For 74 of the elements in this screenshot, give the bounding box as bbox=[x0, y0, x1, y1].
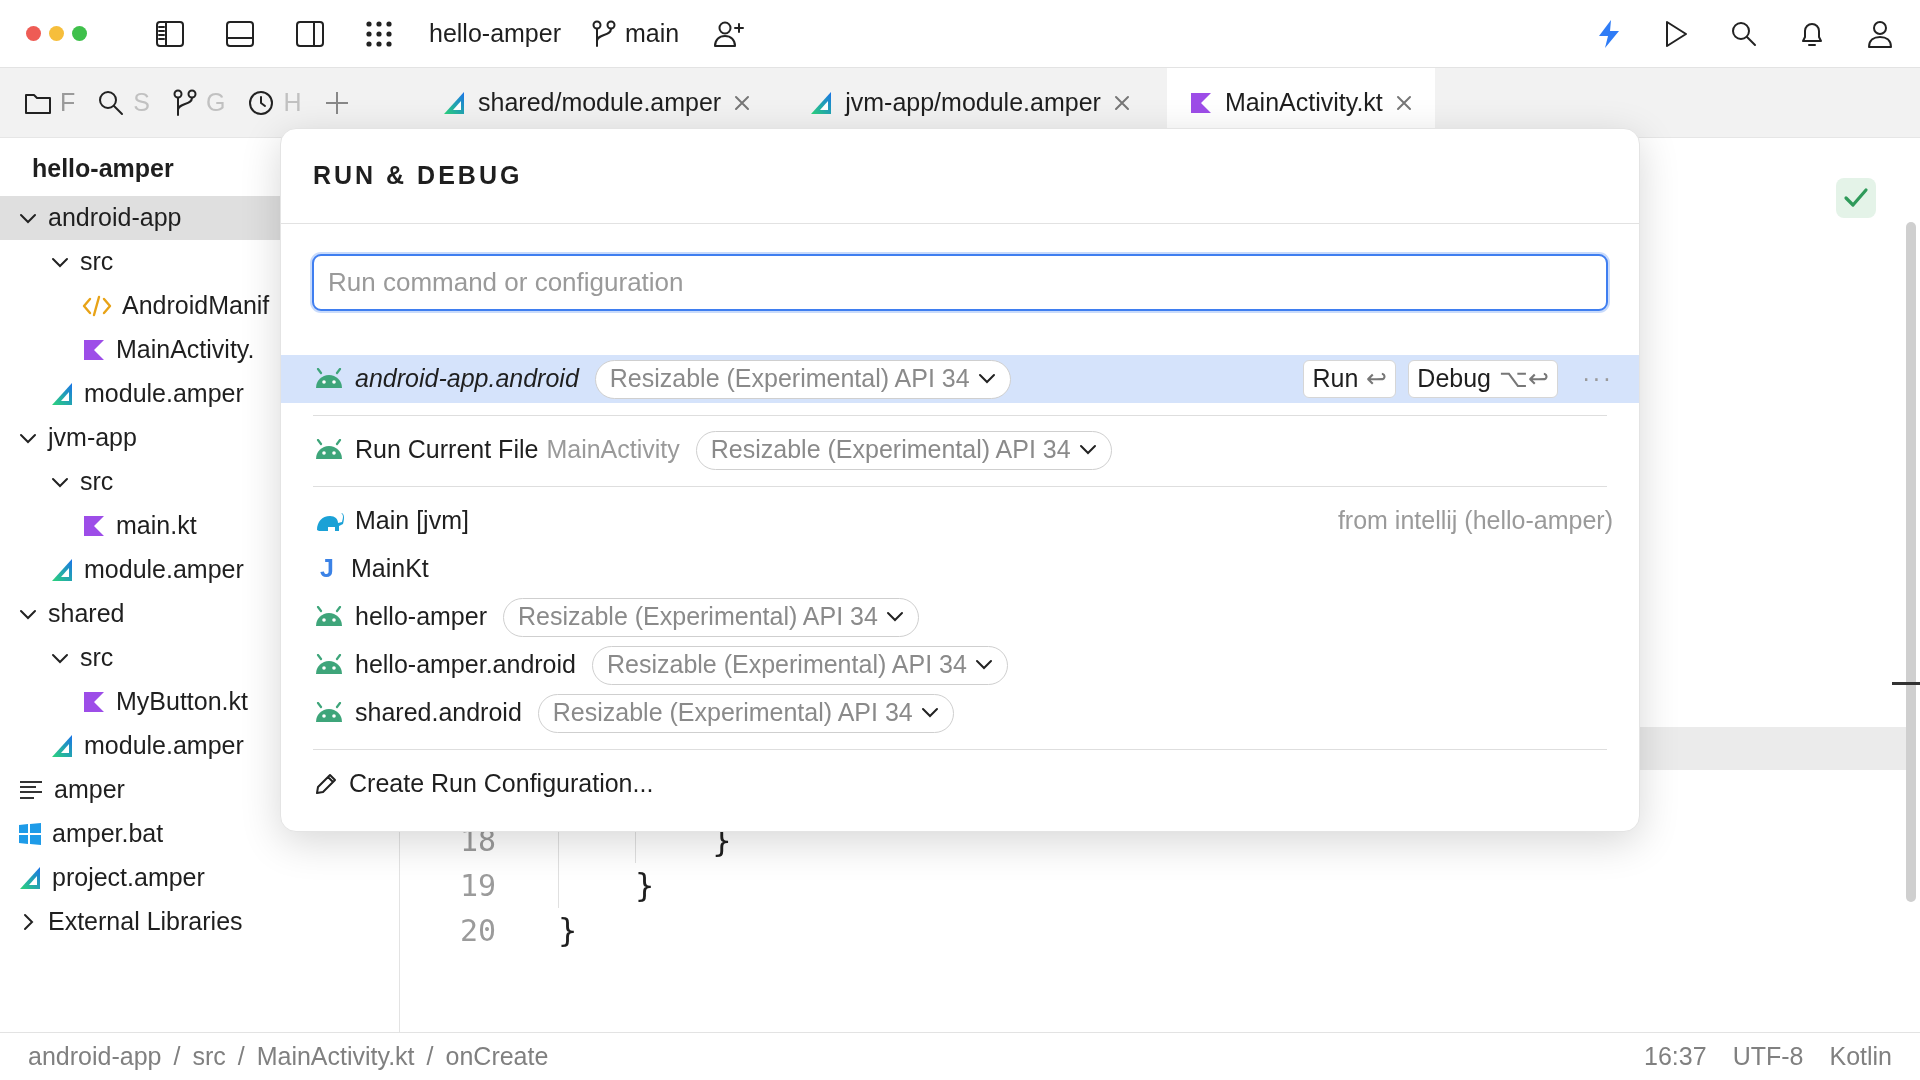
windows-icon bbox=[18, 822, 42, 846]
kotlin-icon bbox=[82, 690, 106, 714]
chevron-down-icon bbox=[920, 706, 939, 720]
android-head-icon bbox=[313, 439, 345, 461]
triangle-icon bbox=[18, 866, 42, 890]
line-number: 20 bbox=[458, 912, 496, 950]
action-button[interactable]: Debug ⌥↩ bbox=[1408, 360, 1558, 398]
triangle-icon bbox=[442, 90, 466, 115]
kotlin-icon bbox=[82, 514, 106, 538]
code-line: } bbox=[558, 863, 655, 908]
search-icon[interactable] bbox=[97, 88, 126, 117]
run-configuration-item[interactable]: android-app.android Resizable (Experimental) API 34 Run ↩ Debug ⌥↩ ··· bbox=[281, 355, 1639, 403]
bottom-panel-icon[interactable] bbox=[225, 19, 255, 48]
run-configuration-item[interactable]: hello-amper.android Resizable (Experimental) API 34 bbox=[281, 641, 1639, 689]
run-configuration-item[interactable]: J MainKt bbox=[281, 545, 1639, 593]
file-hint: MainActivity bbox=[546, 434, 680, 466]
search-icon[interactable] bbox=[1730, 19, 1758, 48]
search-field[interactable]: Run command or configuration bbox=[312, 254, 1608, 311]
config-source: from intellij (hello-amper) bbox=[1337, 505, 1613, 537]
breadcrumb[interactable]: android-app bbox=[28, 1037, 162, 1076]
clock-icon[interactable] bbox=[247, 88, 276, 117]
java-class-icon: J bbox=[313, 550, 341, 588]
pencil-icon bbox=[313, 771, 339, 797]
left-panel-icon[interactable] bbox=[155, 19, 185, 48]
code-tag-icon bbox=[82, 294, 112, 318]
popup-title: RUN & DEBUG bbox=[281, 129, 1639, 224]
text-lines-icon bbox=[18, 779, 44, 801]
action-button[interactable]: Run ↩ bbox=[1303, 360, 1397, 398]
check-icon[interactable] bbox=[1836, 178, 1876, 218]
chevron-down-icon bbox=[974, 658, 993, 672]
triangle-icon bbox=[809, 90, 834, 115]
triangle-icon bbox=[50, 558, 74, 582]
tree-item[interactable]: External Libraries bbox=[0, 900, 399, 944]
status-item[interactable]: UTF-8 bbox=[1732, 1037, 1804, 1076]
lightning-icon[interactable] bbox=[1596, 18, 1622, 49]
run-configuration-item[interactable]: hello-amper Resizable (Experimental) API 34 bbox=[281, 593, 1639, 641]
breadcrumb[interactable]: MainActivity.kt bbox=[256, 1037, 415, 1076]
chevron-down-icon bbox=[977, 372, 996, 386]
breadcrumb-separator: / bbox=[173, 1040, 181, 1072]
close-icon[interactable] bbox=[1112, 93, 1131, 112]
android-head-icon bbox=[313, 368, 345, 390]
code-line: } bbox=[558, 910, 578, 951]
close-icon[interactable] bbox=[1394, 93, 1413, 112]
branch-icon[interactable] bbox=[171, 88, 198, 117]
breadcrumb[interactable]: onCreate bbox=[445, 1037, 549, 1076]
branch-name[interactable]: main bbox=[625, 14, 680, 53]
android-head-icon bbox=[313, 654, 345, 676]
right-panel-icon[interactable] bbox=[295, 19, 325, 48]
android-head-icon bbox=[313, 606, 345, 628]
scroll-marker bbox=[1892, 682, 1920, 685]
window-controls[interactable] bbox=[26, 26, 87, 41]
kotlin-icon bbox=[82, 338, 106, 362]
breadcrumb-separator: / bbox=[426, 1040, 434, 1072]
kotlin-icon bbox=[1188, 90, 1213, 115]
project-name[interactable]: hello-amper bbox=[429, 14, 561, 53]
project-title: hello-amper bbox=[32, 153, 174, 184]
triangle-icon bbox=[50, 734, 74, 758]
grid-icon[interactable] bbox=[365, 19, 393, 48]
user-icon[interactable] bbox=[1866, 18, 1894, 49]
branch-icon[interactable] bbox=[591, 19, 617, 48]
tree-item[interactable]: project.amper bbox=[0, 856, 399, 900]
android-head-icon bbox=[313, 702, 345, 724]
line-number: 19 bbox=[458, 867, 496, 905]
breadcrumb[interactable]: src bbox=[192, 1037, 226, 1076]
breadcrumb-separator: / bbox=[237, 1040, 245, 1072]
triangle-icon bbox=[50, 382, 74, 406]
tree-item[interactable]: amper.bat bbox=[0, 812, 399, 856]
scrollbar[interactable] bbox=[1906, 222, 1916, 902]
chevron-down-icon bbox=[885, 610, 904, 624]
add-user-icon[interactable] bbox=[713, 19, 746, 48]
status-item[interactable]: 16:37 bbox=[1644, 1037, 1707, 1076]
close-icon[interactable] bbox=[733, 93, 752, 112]
status-item[interactable]: Kotlin bbox=[1829, 1037, 1892, 1076]
chevron-down-icon bbox=[1078, 443, 1097, 457]
